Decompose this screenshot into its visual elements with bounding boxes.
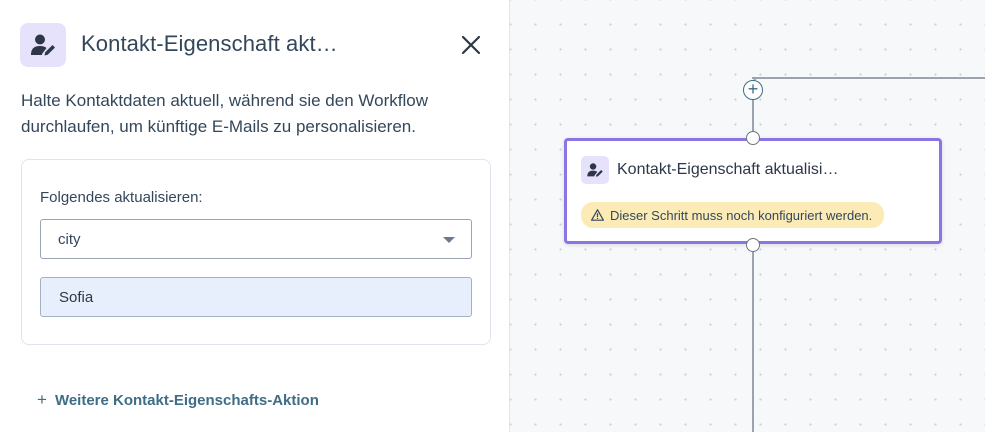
workflow-editor: Kontakt-Eigenschaft akt… Halte Kontaktda… [0, 0, 985, 432]
panel-description: Halte Kontaktdaten aktuell, während sie … [21, 91, 428, 136]
property-value-input[interactable] [40, 277, 472, 317]
panel-title: Kontakt-Eigenschaft akt… [81, 31, 338, 56]
action-config-panel: Kontakt-Eigenschaft akt… Halte Kontaktda… [0, 0, 510, 432]
close-icon[interactable] [458, 32, 484, 58]
panel-header: Kontakt-Eigenschaft akt… [20, 22, 490, 68]
warning-badge: Dieser Schritt muss noch konfiguriert we… [581, 202, 885, 228]
node-input-port[interactable] [746, 131, 760, 145]
update-label: Folgendes aktualisieren: [40, 189, 203, 206]
node-output-port[interactable] [746, 238, 760, 252]
plus-icon: + [37, 390, 47, 409]
contact-edit-icon [20, 23, 66, 67]
add-property-action-link[interactable]: + Weitere Kontakt-Eigenschafts-Aktion [37, 390, 319, 410]
warning-icon [591, 209, 604, 221]
workflow-canvas[interactable]: + Kontakt-Eigenschaft aktualisi… Dieser … [510, 0, 985, 432]
contact-edit-icon [581, 156, 609, 184]
add-step-button[interactable]: + [743, 80, 763, 100]
workflow-action-node[interactable]: Kontakt-Eigenschaft aktualisi… Dieser Sc… [564, 138, 942, 244]
add-action-label: Weitere Kontakt-Eigenschafts-Aktion [54, 392, 319, 409]
connector-line [752, 77, 985, 79]
property-select[interactable]: city [40, 219, 472, 259]
connector-line [752, 250, 754, 432]
property-select-value: city [58, 231, 81, 248]
node-title: Kontakt-Eigenschaft aktualisi… [617, 161, 839, 178]
caret-down-icon [443, 237, 455, 243]
warning-text: Dieser Schritt muss noch konfiguriert we… [610, 207, 873, 223]
update-property-card: Folgendes aktualisieren: city [21, 159, 491, 345]
